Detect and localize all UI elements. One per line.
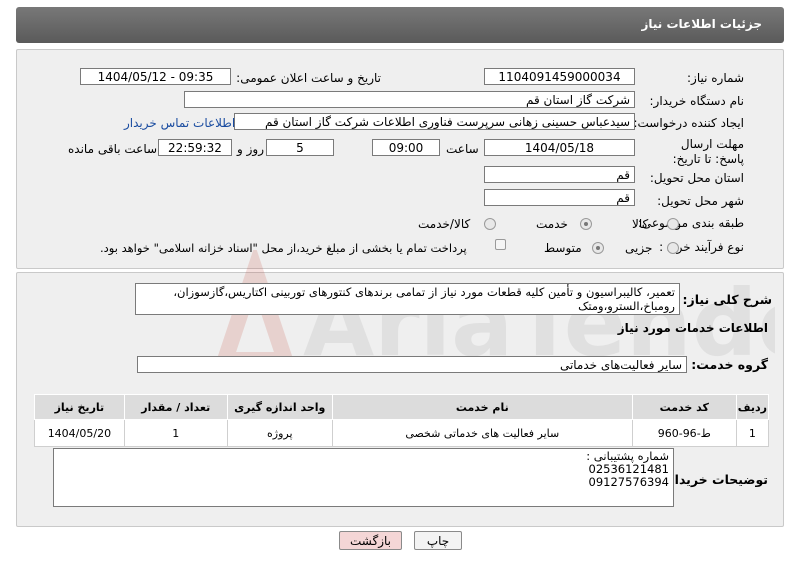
announce-datetime-label: تاریخ و ساعت اعلان عمومی: (236, 71, 381, 85)
category-radio-goods[interactable] (667, 218, 679, 230)
services-table: ردیف کد خدمت نام خدمت واحد اندازه گیری ت… (34, 394, 770, 447)
col-service-code: کد خدمت (631, 394, 737, 420)
col-service-name: نام خدمت (331, 394, 633, 420)
cell-quantity: 1 (123, 419, 228, 447)
deadline-label: مهلت ارسال پاسخ: تا تاریخ: (672, 137, 744, 166)
delivery-province-label: استان محل تحویل: (649, 171, 744, 185)
delivery-city-field[interactable]: قم (484, 189, 635, 206)
days-remaining-field[interactable]: 5 (266, 139, 334, 156)
page-title: جزئیات اطلاعات نیاز (641, 17, 762, 31)
announce-datetime-field[interactable]: 1404/05/12 - 09:35 (80, 68, 231, 85)
col-unit: واحد اندازه گیری (226, 394, 333, 420)
cell-row-number: 1 (735, 419, 770, 447)
cell-unit: پروژه (226, 419, 333, 447)
col-quantity: تعداد / مقدار (123, 394, 228, 420)
cell-service-name: سایر فعالیت های خدماتی شخصی (331, 419, 633, 447)
col-row-number: ردیف (735, 394, 770, 420)
buyer-notes-line: شماره پشتیبانی : (586, 449, 669, 463)
contact-info-link[interactable]: اطلاعات تماس خریدار (124, 116, 235, 130)
buyer-org-field[interactable]: شرکت گاز استان قم (184, 91, 635, 108)
description-label: شرح کلی نیاز: (682, 292, 772, 307)
buyer-notes-phone-2: 09127576394 (588, 475, 669, 489)
requester-label: ایجاد کننده درخواست: (633, 116, 744, 130)
category-radio-service[interactable] (580, 218, 592, 230)
page-header: جزئیات اطلاعات نیاز (16, 7, 784, 43)
delivery-province-field[interactable]: قم (484, 166, 635, 183)
services-table-header: ردیف کد خدمت نام خدمت واحد اندازه گیری ت… (34, 394, 770, 420)
buyer-notes-label: توضیحات خریدار: (662, 472, 768, 487)
description-textarea[interactable]: تعمیر، کالیبراسیون و تأمین کلیه قطعات مو… (135, 283, 680, 315)
category-label: طبقه بندی موضوعی: (637, 216, 744, 230)
table-row: 1 ط-96-960 سایر فعالیت های خدماتی شخصی پ… (34, 419, 770, 447)
requester-field[interactable]: سیدعباس حسینی زهانی سرپرست فناوری اطلاعا… (234, 113, 635, 130)
deadline-time-field[interactable]: 09:00 (372, 139, 440, 156)
need-number-field[interactable]: 1104091459000034 (484, 68, 635, 85)
delivery-city-label: شهر محل تحویل: (657, 194, 744, 208)
day-and-label: روز و (237, 142, 264, 156)
buyer-org-label: نام دستگاه خریدار: (649, 94, 745, 108)
need-number-label: شماره نیاز: (687, 71, 744, 85)
deadline-time-label: ساعت (446, 142, 479, 156)
cell-need-date: 1404/05/20 (34, 419, 125, 447)
service-group-label: گروه خدمت: (691, 357, 768, 372)
category-option-goods-service: کالا/خدمت (418, 217, 471, 231)
col-need-date: تاریخ نیاز (34, 394, 125, 420)
deadline-date-field[interactable]: 1404/05/18 (484, 139, 635, 156)
buyer-notes-phone-1: 02536121481 (588, 462, 669, 476)
services-info-heading: اطلاعات خدمات مورد نیاز (617, 321, 768, 335)
category-radio-goods-service[interactable] (484, 218, 496, 230)
category-option-service: خدمت (536, 217, 568, 231)
category-option-goods: کالا (632, 217, 649, 231)
back-button[interactable]: بازگشت (339, 531, 402, 550)
time-remaining-field[interactable]: 22:59:32 (158, 139, 232, 156)
service-group-field[interactable]: سایر فعالیت‌های خدماتی (137, 356, 687, 373)
buyer-notes-textarea[interactable]: شماره پشتیبانی : 02536121481 09127576394 (53, 448, 674, 507)
print-button[interactable]: چاپ (414, 531, 462, 550)
time-remaining-label: ساعت باقی مانده (68, 142, 158, 156)
treasury-payment-checkbox[interactable] (495, 239, 506, 250)
cell-service-code: ط-96-960 (631, 419, 737, 447)
